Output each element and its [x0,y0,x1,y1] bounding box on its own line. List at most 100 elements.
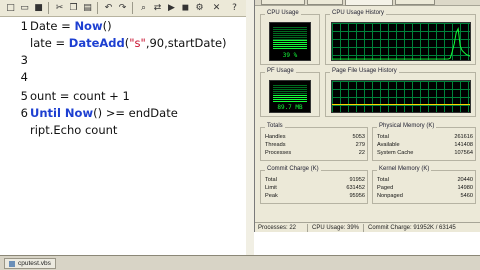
stat-value: 141408 [454,142,473,148]
stat-label: Nonpaged [377,193,403,199]
stat-label: Total [265,177,277,183]
toolbar-divider [48,2,49,14]
cpu-usage-group: CPU Usage 39 % [260,10,320,65]
line-number: 5 [20,89,28,103]
kernel-memory-row-paged: Paged 14980 [377,185,473,192]
stat-value: 91952 [349,177,365,183]
pf-usage-group: PF Usage 89.7 MB [260,68,320,117]
stat-label: Total [377,177,389,183]
keyword-token: Now [64,106,94,120]
close-icon[interactable]: ✕ [210,1,223,14]
tab-processes[interactable] [307,0,343,5]
cpu-history-graph [331,22,471,61]
find-icon[interactable]: ⌕ [137,1,150,14]
toolbar-divider [97,2,98,14]
tab-performance[interactable] [345,0,393,6]
commit-charge-title: Commit Charge (K) [265,166,321,172]
task-manager-status-bar: Processes: 22 CPU Usage: 39% Commit Char… [255,222,480,232]
commit-charge-row-limit: Limit 631452 [265,185,365,192]
stat-label: Total [377,134,389,140]
tab-applications[interactable] [261,0,305,5]
stat-label: Threads [265,142,286,148]
stop-icon[interactable]: ◼ [179,1,192,14]
keyword-token: Now [74,19,103,33]
file-tab-label: cputest.vbs [18,260,51,267]
status-divider [307,224,308,232]
code-line[interactable]: 6 Until Now() >= endDate [0,105,246,122]
replace-icon[interactable]: ⇄ [151,1,164,14]
pf-history-graph [331,80,471,113]
code-editor[interactable]: 1 Date = Now() late = DateAdd("s",90,start… [0,17,246,257]
stat-label: Handles [265,134,286,140]
commit-charge-row-total: Total 91952 [265,177,365,184]
undo-icon[interactable]: ↶ [102,1,115,14]
keyword-token: DateAdd [68,36,125,50]
run-icon[interactable]: ▶ [165,1,178,14]
kernel-memory-row-total: Total 20440 [377,177,473,184]
cpu-usage-title: CPU Usage [265,10,301,16]
kernel-memory-title: Kernel Memory (K) [377,166,432,172]
settings-icon[interactable]: ⚙ [193,1,206,14]
line-number: 3 [20,53,28,67]
tab-networking[interactable] [395,0,435,5]
code-line[interactable]: 3 [0,52,246,69]
pf-usage-value: 89.7 MB [277,104,303,111]
code-token: () [102,19,112,33]
file-tab[interactable]: cputest.vbs [4,258,56,269]
new-file-icon[interactable]: □ [4,1,17,14]
stat-value: 631452 [346,185,365,191]
task-manager-tabs [255,0,480,6]
code-line-text: ript.Echo count [30,123,117,137]
pf-usage-fill [273,95,307,102]
redo-icon[interactable]: ↷ [116,1,129,14]
stat-value: 107564 [454,150,473,156]
pf-history-title: Page File Usage History [330,68,399,74]
code-token: Date = [30,19,75,33]
code-line[interactable]: ript.Echo count [0,122,246,139]
code-token: .Echo count [49,123,118,137]
line-number: 1 [20,19,28,33]
stat-value: 279 [355,142,365,148]
cut-icon[interactable]: ✂ [53,1,66,14]
paste-icon[interactable]: ▤ [81,1,94,14]
string-token: "s" [129,36,146,50]
code-line-text: Date = Now() [30,19,112,33]
kernel-memory-row-nonpaged: Nonpaged 5460 [377,193,473,200]
kernel-memory-group: Kernel Memory (K) Total 20440 Paged 1498… [372,166,476,204]
stat-value: 20440 [457,177,473,183]
cpu-usage-meter: 39 % [269,22,311,61]
code-line[interactable]: 5 ount = count + 1 [0,88,246,105]
status-processes: Processes: 22 [258,225,297,231]
stat-value: 95956 [349,193,365,199]
cpu-history-line [332,27,470,60]
code-token: ,90,startDate) [145,36,227,50]
code-token: late = [30,36,69,50]
code-line-text: ount = count + 1 [30,89,130,103]
stat-value: 22 [358,150,365,156]
code-line[interactable]: 1 Date = Now() [0,18,246,35]
code-line[interactable]: late = DateAdd("s",90,startDate) [0,35,246,52]
code-line[interactable]: 4 [0,69,246,86]
editor-status-bar: cputest.vbs [0,255,480,270]
stat-label: Available [377,142,400,148]
pf-usage-title: PF Usage [265,68,296,74]
copy-icon[interactable]: ❐ [67,1,80,14]
stat-label: System Cache [377,150,414,156]
stat-value: 14980 [457,185,473,191]
code-token: ount = count + 1 [30,89,130,103]
totals-title: Totals [265,123,285,129]
commit-charge-group: Commit Charge (K) Total 91952 Limit 6314… [260,166,368,204]
save-icon[interactable]: ■ [32,1,45,14]
editor-toolbar: □ ▭ ■ ✂ ❐ ▤ ↶ ↷ ⌕ ⇄ ▶ ◼ ⚙ ✕ ? [0,0,246,17]
code-token: ript [30,123,50,137]
open-file-icon[interactable]: ▭ [18,1,31,14]
editor-vertical-scrollbar[interactable] [246,0,254,258]
commit-charge-row-peak: Peak 95956 [265,193,365,200]
stat-label: Peak [265,193,278,199]
code-token: () >= endDate [93,106,178,120]
line-number: 6 [20,106,28,120]
status-commit-charge: Commit Charge: 91952K / 63145 [368,225,456,231]
physical-memory-row-available: Available 141408 [377,142,473,149]
stat-value: 5460 [460,193,473,199]
help-icon[interactable]: ? [228,1,241,14]
